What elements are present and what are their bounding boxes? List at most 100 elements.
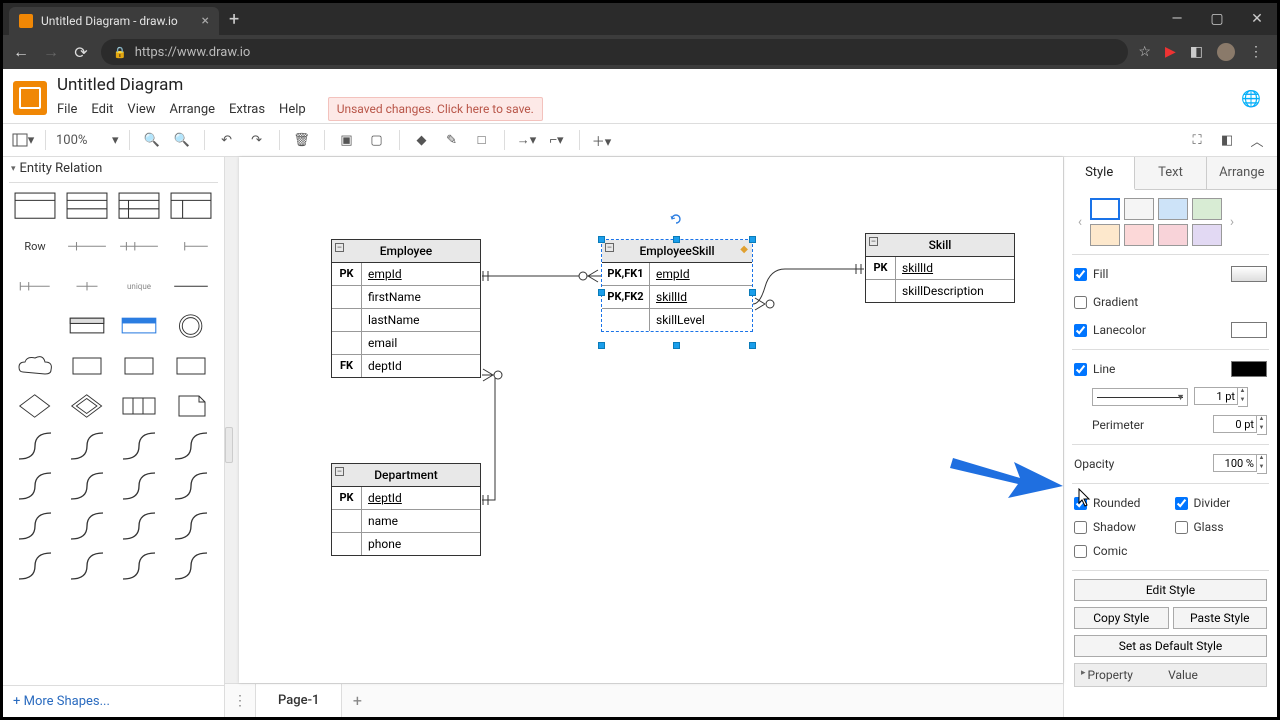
to-back-icon[interactable]: ▢ (365, 128, 389, 152)
swatch[interactable] (1192, 224, 1222, 246)
resize-handle[interactable] (598, 342, 605, 349)
comic-checkbox[interactable] (1074, 545, 1087, 558)
palette-collapse-handle[interactable] (225, 427, 233, 463)
palette-section-header[interactable]: Entity Relation (3, 157, 224, 180)
collapse-icon[interactable]: – (335, 243, 344, 252)
sidebar-toggle-icon[interactable]: ▾ (11, 128, 35, 152)
close-window-button[interactable]: ✕ (1237, 11, 1277, 27)
swatch-prev-icon[interactable]: ‹ (1074, 214, 1086, 230)
format-panel-icon[interactable]: ◧ (1215, 128, 1239, 152)
maximize-button[interactable]: ▢ (1197, 11, 1237, 27)
shape-row3[interactable] (117, 231, 161, 261)
shape-row5[interactable] (13, 271, 57, 301)
shape-rel16[interactable] (169, 551, 213, 581)
perimeter-stepper[interactable]: ▲▼ (1257, 415, 1267, 435)
shape-titlebox-blue[interactable] (117, 311, 161, 341)
tab-arrange[interactable]: Arrange (1207, 157, 1277, 189)
edit-style-button[interactable]: Edit Style (1074, 579, 1267, 601)
copy-style-button[interactable]: Copy Style (1074, 607, 1169, 629)
shape-diamond1[interactable] (13, 391, 57, 421)
swatch[interactable] (1124, 198, 1154, 220)
shape-entity1[interactable] (65, 351, 109, 381)
menu-file[interactable]: File (57, 102, 77, 117)
shape-row2[interactable] (65, 231, 109, 261)
set-default-style-button[interactable]: Set as Default Style (1074, 635, 1267, 657)
shape-empty1[interactable] (13, 311, 57, 341)
shape-rel9[interactable] (13, 511, 57, 541)
shape-table4[interactable] (169, 191, 213, 221)
more-shapes-link[interactable]: More Shapes... (3, 685, 224, 717)
shape-table2[interactable] (65, 191, 109, 221)
divider-checkbox[interactable] (1175, 497, 1188, 510)
collapse-icon[interactable]: – (605, 243, 614, 252)
close-tab-icon[interactable]: × (202, 13, 209, 29)
shape-rel10[interactable] (65, 511, 109, 541)
menu-help[interactable]: Help (279, 102, 306, 117)
menu-edit[interactable]: Edit (91, 102, 113, 117)
lanecolor-button[interactable] (1231, 322, 1267, 338)
shape-rel8[interactable] (169, 471, 213, 501)
menu-extras[interactable]: Extras (229, 102, 265, 117)
line-width-field[interactable]: 1 pt (1194, 387, 1238, 405)
shape-row4[interactable] (169, 231, 213, 261)
youtube-ext-icon[interactable]: ▶ (1165, 44, 1176, 60)
menu-view[interactable]: View (127, 102, 155, 117)
shape-note[interactable] (169, 391, 213, 421)
line-checkbox[interactable] (1074, 363, 1087, 376)
fill-color-button[interactable] (1231, 266, 1267, 282)
fullscreen-icon[interactable]: ⛶ (1185, 128, 1209, 152)
shape-rel3[interactable] (117, 431, 161, 461)
unsaved-warning[interactable]: Unsaved changes. Click here to save. (328, 97, 543, 121)
opacity-field[interactable]: 100 % (1213, 454, 1257, 472)
fill-color-icon[interactable]: ◆ (410, 128, 434, 152)
swatch[interactable] (1090, 198, 1120, 220)
line-style-select[interactable]: ▼ (1092, 388, 1188, 406)
line-color-button[interactable] (1231, 361, 1267, 377)
resize-handle[interactable] (598, 289, 605, 296)
bookmark-icon[interactable]: ☆ (1138, 44, 1151, 60)
shape-multirect[interactable] (117, 391, 161, 421)
shape-diamond2[interactable] (65, 391, 109, 421)
swatch[interactable] (1158, 198, 1188, 220)
lanecolor-checkbox[interactable] (1074, 324, 1087, 337)
shadow-checkbox[interactable] (1074, 521, 1087, 534)
shape-rel2[interactable] (65, 431, 109, 461)
shape-hline[interactable] (169, 271, 213, 301)
shadow-icon[interactable]: □ (470, 128, 494, 152)
opacity-stepper[interactable]: ▲▼ (1257, 454, 1267, 474)
shape-entity3[interactable] (169, 351, 213, 381)
gradient-checkbox[interactable] (1074, 296, 1087, 309)
shape-cloud[interactable] (13, 351, 57, 381)
shape-rel11[interactable] (117, 511, 161, 541)
swatch[interactable] (1090, 224, 1120, 246)
entity-department[interactable]: –Department PKdeptId name phone (331, 463, 481, 556)
shape-entity2[interactable] (117, 351, 161, 381)
ext-icon[interactable]: ◧ (1190, 44, 1203, 60)
swatch[interactable] (1158, 224, 1188, 246)
line-width-stepper[interactable]: ▲▼ (1238, 387, 1248, 407)
zoom-in-icon[interactable]: 🔍 (140, 128, 164, 152)
diagram-title[interactable]: Untitled Diagram (57, 75, 543, 95)
entity-employee[interactable]: –Employee PKempId firstName lastName ema… (331, 239, 481, 378)
property-section-header[interactable]: PropertyValue (1074, 663, 1267, 687)
swatch[interactable] (1124, 224, 1154, 246)
profile-avatar[interactable] (1217, 43, 1235, 61)
undo-icon[interactable]: ↶ (215, 128, 239, 152)
shape-rel14[interactable] (65, 551, 109, 581)
entity-employeeskill[interactable]: –EmployeeSkill◆ PK,FK1empId PK,FK2skillI… (601, 239, 753, 332)
shape-rel6[interactable] (65, 471, 109, 501)
collapse-icon[interactable]: – (869, 237, 878, 246)
add-page-button[interactable]: + (342, 691, 372, 710)
resize-handle[interactable] (749, 289, 756, 296)
shape-table1[interactable] (13, 191, 57, 221)
zoom-level[interactable]: 100% (56, 133, 106, 148)
waypoint-icon[interactable]: ⌐▾ (545, 128, 569, 152)
collapse-icon[interactable]: ︿ (1245, 128, 1269, 152)
new-tab-button[interactable]: + (229, 9, 239, 30)
resize-handle[interactable] (673, 342, 680, 349)
shape-rel7[interactable] (117, 471, 161, 501)
shape-titlebox[interactable] (65, 311, 109, 341)
browser-menu-icon[interactable]: ⋮ (1249, 44, 1263, 60)
entity-skill[interactable]: –Skill PKskillId skillDescription (865, 233, 1015, 303)
shape-table3[interactable] (117, 191, 161, 221)
